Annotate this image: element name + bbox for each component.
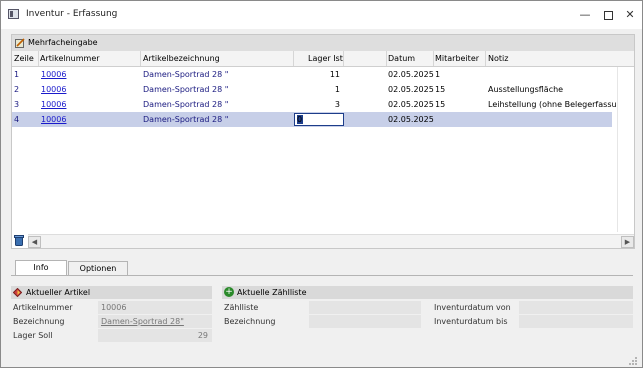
group-label: Mehrfacheingabe: [28, 38, 98, 47]
cell-artikelbezeichnung: Damen-Sportrad 28 ": [143, 70, 229, 79]
article-icon: [13, 288, 22, 297]
column-header-row: Zeile Artikelnummer Artikelbezeichnung L…: [12, 51, 634, 67]
tab-optionen[interactable]: Optionen: [68, 261, 128, 275]
column-header-datum[interactable]: Datum: [388, 54, 415, 63]
column-header-lager-ist[interactable]: Lager Ist: [308, 54, 343, 63]
cell-datum: 02.05.2025: [388, 70, 434, 79]
horizontal-scrollbar[interactable]: ◀ ▶: [28, 234, 634, 248]
scroll-right-button[interactable]: ▶: [621, 236, 634, 248]
column-header-artikelnummer[interactable]: Artikelnummer: [40, 54, 100, 63]
cell-artikelnummer-link[interactable]: 10006: [41, 70, 66, 79]
cell-artikelnummer-link[interactable]: 10006: [41, 115, 66, 124]
stock-target-value: 29: [197, 331, 208, 340]
app-icon: [8, 9, 19, 19]
entry-grid: Mehrfacheingabe Zeile Artikelnummer Arti…: [11, 34, 635, 249]
minimize-button[interactable]: —: [573, 5, 597, 25]
cell-mitarbeiter: 15: [435, 100, 446, 109]
title-bar[interactable]: Inventur - Erfassung — ✕: [1, 1, 642, 29]
resize-grip-icon[interactable]: [628, 356, 638, 366]
cell-datum: 02.05.2025: [388, 100, 434, 109]
window: Inventur - Erfassung — ✕ Mehrfacheingabe…: [0, 0, 643, 368]
inventory-date-to-label: Inventurdatum bis: [434, 317, 508, 326]
tab-info[interactable]: Info: [15, 260, 67, 276]
plus-icon[interactable]: +: [224, 287, 234, 297]
group-header: Mehrfacheingabe: [12, 35, 634, 51]
lager-ist-input-value: 0: [297, 115, 303, 124]
current-article-header: Aktueller Artikel: [11, 286, 212, 299]
cell-datum: 02.05.2025: [388, 85, 434, 94]
table-row[interactable]: 2 10006 Damen-Sportrad 28 " 1 02.05.2025…: [12, 82, 612, 97]
cell-lager-ist[interactable]: 1: [335, 85, 340, 94]
cell-zeile: 2: [14, 85, 20, 94]
description-value-link[interactable]: Damen-Sportrad 28": [101, 317, 184, 326]
article-number-value: 10006: [101, 303, 127, 312]
description-label: Bezeichnung: [13, 317, 65, 326]
count-list-header: + Aktuelle Zählliste: [222, 286, 633, 299]
cell-lager-ist[interactable]: 11: [330, 70, 340, 79]
maximize-button[interactable]: [596, 5, 620, 25]
cell-artikelbezeichnung: Damen-Sportrad 28 ": [143, 115, 229, 124]
current-article-title: Aktueller Artikel: [26, 288, 91, 297]
cell-zeile: 1: [14, 70, 20, 79]
pencil-icon: [15, 38, 25, 48]
trash-icon[interactable]: [14, 235, 24, 246]
vertical-scrollbar[interactable]: [617, 67, 632, 232]
cell-notiz: Leihstellung (ohne Belegerfassung): [488, 100, 630, 109]
cell-mitarbeiter: 1: [435, 70, 441, 79]
cell-artikelnummer-link[interactable]: 10006: [41, 85, 66, 94]
count-list-title: Aktuelle Zählliste: [237, 288, 307, 297]
cell-datum: 02.05.2025: [388, 115, 434, 124]
lager-ist-input[interactable]: 0: [294, 113, 344, 126]
inventory-date-from-label: Inventurdatum von: [434, 303, 511, 312]
cell-zeile: 3: [14, 100, 20, 109]
scroll-left-button[interactable]: ◀: [28, 236, 41, 248]
table-row-selected[interactable]: 4 10006 Damen-Sportrad 28 " 0 02.05.2025: [12, 112, 612, 127]
article-number-label: Artikelnummer: [13, 303, 73, 312]
stock-target-label: Lager Soll: [13, 331, 53, 340]
close-button[interactable]: ✕: [618, 5, 642, 25]
cell-zeile: 4: [14, 115, 20, 124]
column-header-notiz[interactable]: Notiz: [488, 54, 508, 63]
window-title: Inventur - Erfassung: [26, 9, 118, 19]
cell-mitarbeiter: 15: [435, 85, 446, 94]
count-list-label: Zählliste: [224, 303, 259, 312]
cell-artikelbezeichnung: Damen-Sportrad 28 ": [143, 85, 229, 94]
cell-artikelbezeichnung: Damen-Sportrad 28 ": [143, 100, 229, 109]
cell-artikelnummer-link[interactable]: 10006: [41, 100, 66, 109]
table-row[interactable]: 3 10006 Damen-Sportrad 28 " 3 02.05.2025…: [12, 97, 630, 112]
count-list-description-label: Bezeichnung: [224, 317, 276, 326]
column-header-zeile[interactable]: Zeile: [14, 54, 34, 63]
column-header-artikelbezeichnung[interactable]: Artikelbezeichnung: [143, 54, 220, 63]
maximize-icon: [603, 10, 613, 20]
tab-divider: [11, 275, 633, 276]
cell-notiz: Ausstellungsfläche: [488, 85, 564, 94]
cell-lager-ist[interactable]: 3: [335, 100, 340, 109]
table-row[interactable]: 1 10006 Damen-Sportrad 28 " 11 02.05.202…: [12, 67, 612, 82]
column-header-mitarbeiter[interactable]: Mitarbeiter: [435, 54, 479, 63]
